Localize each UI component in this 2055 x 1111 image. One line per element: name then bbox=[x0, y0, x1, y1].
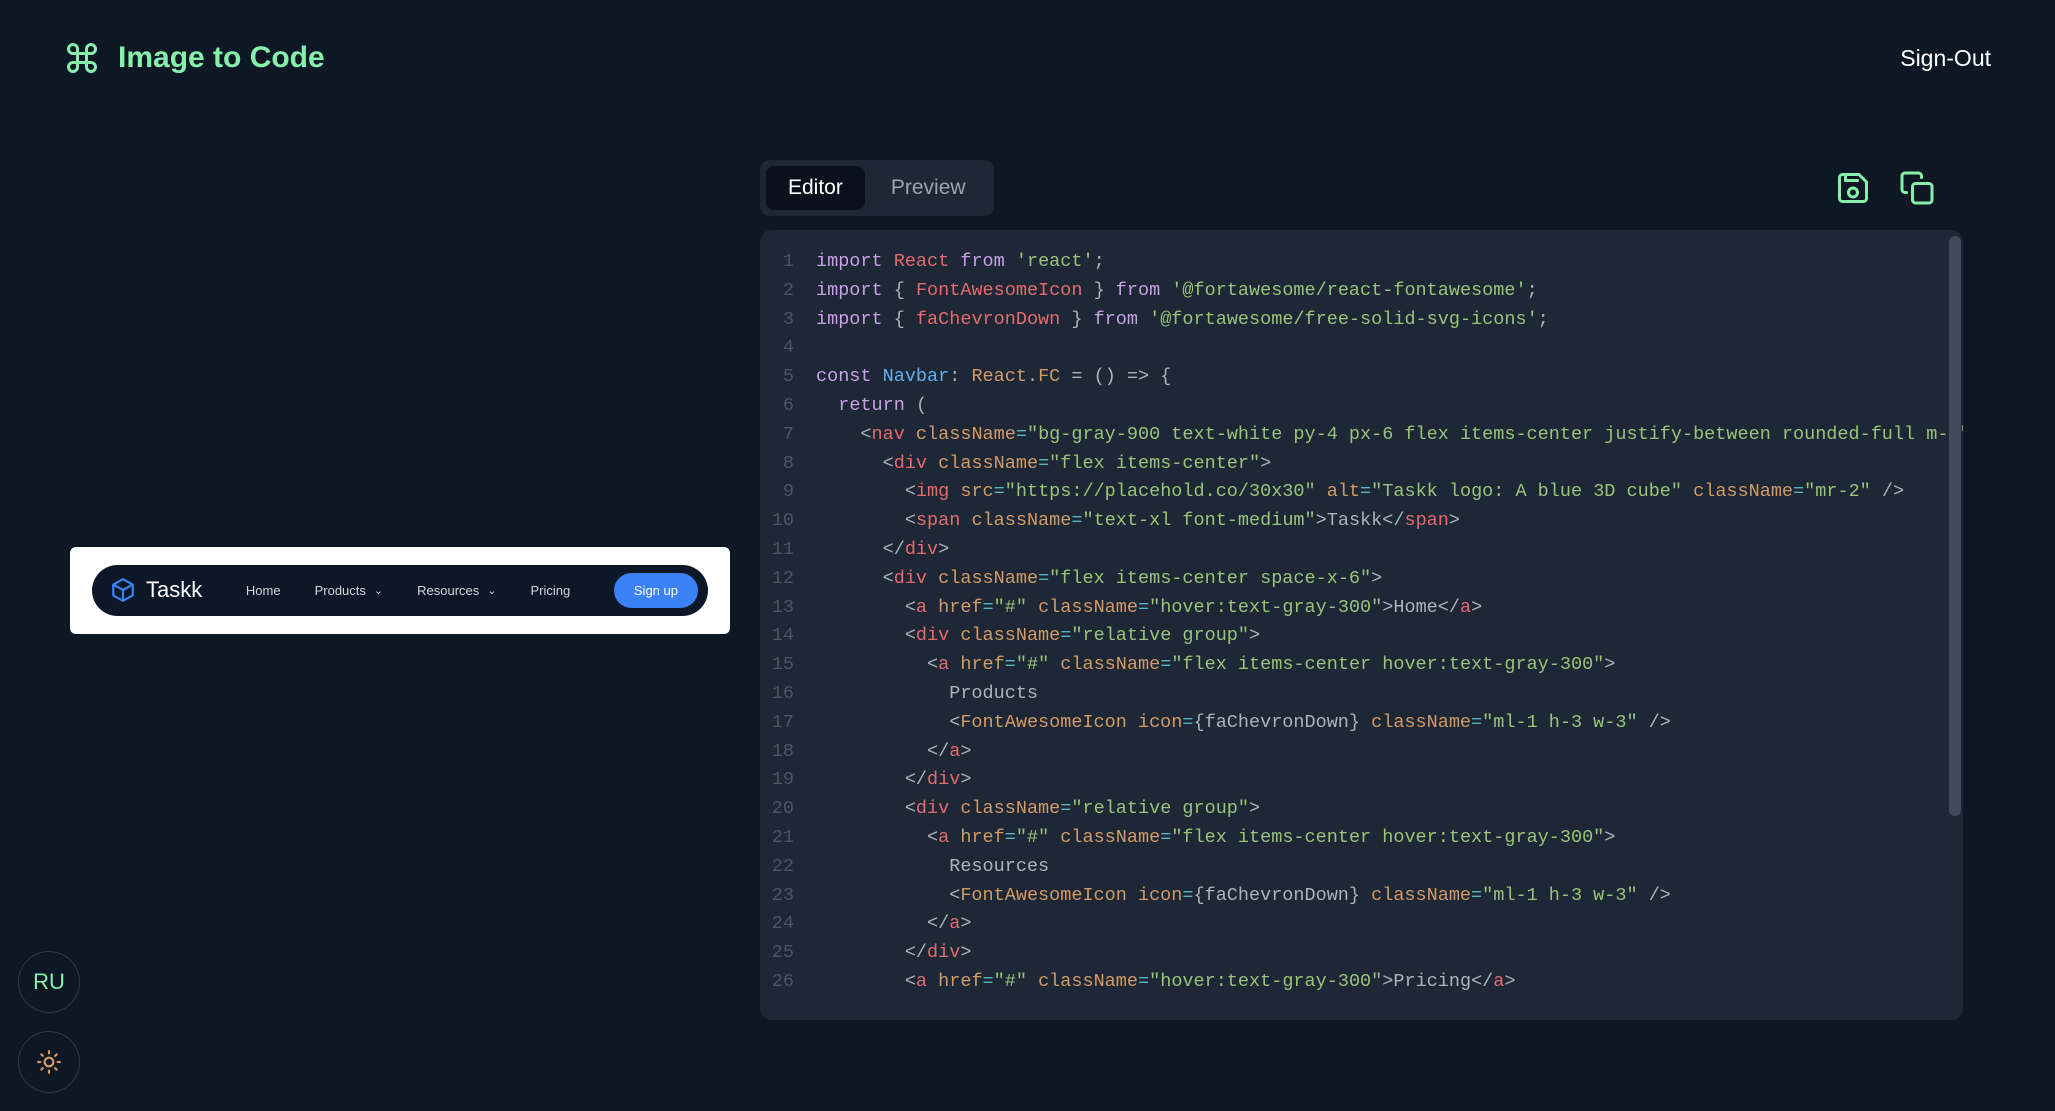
tab-preview[interactable]: Preview bbox=[869, 166, 988, 210]
theme-toggle-button[interactable] bbox=[18, 1031, 80, 1093]
code-line: 4 bbox=[760, 334, 1963, 363]
code-line: 13 <a href="#" className="hover:text-gra… bbox=[760, 594, 1963, 623]
code-line: 15 <a href="#" className="flex items-cen… bbox=[760, 651, 1963, 680]
code-lines: 1import React from 'react'; 2import { Fo… bbox=[760, 230, 1963, 1015]
editor-pane: Editor Preview bbox=[760, 160, 2015, 1020]
code-line: 3import { faChevronDown } from '@fortawe… bbox=[760, 306, 1963, 335]
scrollbar-thumb[interactable] bbox=[1949, 236, 1961, 816]
code-editor[interactable]: 1import React from 'react'; 2import { Fo… bbox=[760, 230, 1963, 1020]
main-area: Taskk Home Products⌄ Resources⌄ Pricing … bbox=[0, 100, 2055, 1020]
preview-brand-group: Taskk bbox=[110, 577, 202, 603]
cube-icon bbox=[110, 577, 136, 603]
preview-nav-links: Home Products ⌄ Resources ⌄ Pricing bbox=[246, 583, 570, 598]
app-header: Image to Code Sign-Out bbox=[0, 0, 2055, 100]
code-line: 6 return ( bbox=[760, 392, 1963, 421]
copy-icon[interactable] bbox=[1899, 170, 1935, 206]
code-line: 14 <div className="relative group"> bbox=[760, 622, 1963, 651]
preview-link-products-label: Products bbox=[315, 583, 366, 598]
preview-brand: Taskk bbox=[146, 577, 202, 603]
code-line: 16 Products bbox=[760, 680, 1963, 709]
code-line: 19 </div> bbox=[760, 766, 1963, 795]
code-line: 20 <div className="relative group"> bbox=[760, 795, 1963, 824]
view-tabs: Editor Preview bbox=[760, 160, 994, 216]
code-line: 10 <span className="text-xl font-medium"… bbox=[760, 507, 1963, 536]
preview-link-resources[interactable]: Resources ⌄ bbox=[417, 583, 496, 598]
chevron-down-icon: ⌄ bbox=[487, 584, 496, 597]
save-icon[interactable] bbox=[1835, 170, 1871, 206]
command-icon bbox=[64, 40, 100, 76]
preview-link-home[interactable]: Home bbox=[246, 583, 281, 598]
code-line: 5const Navbar: React.FC = () => { bbox=[760, 363, 1963, 392]
code-line: 8 <div className="flex items-center"> bbox=[760, 450, 1963, 479]
app-title: Image to Code bbox=[118, 41, 325, 75]
preview-link-pricing[interactable]: Pricing bbox=[530, 583, 570, 598]
code-line: 7 <nav className="bg-gray-900 text-white… bbox=[760, 421, 1963, 450]
chevron-down-icon: ⌄ bbox=[374, 584, 383, 597]
sign-out-link[interactable]: Sign-Out bbox=[1900, 45, 1991, 72]
code-line: 21 <a href="#" className="flex items-cen… bbox=[760, 824, 1963, 853]
code-line: 24 </a> bbox=[760, 910, 1963, 939]
preview-signup-button[interactable]: Sign up bbox=[614, 573, 698, 608]
code-line: 25 </div> bbox=[760, 939, 1963, 968]
code-line: 11 </div> bbox=[760, 536, 1963, 565]
code-line: 9 <img src="https://placehold.co/30x30" … bbox=[760, 478, 1963, 507]
preview-card: Taskk Home Products⌄ Resources⌄ Pricing … bbox=[70, 547, 730, 634]
preview-link-pricing-label: Pricing bbox=[530, 583, 570, 598]
code-line: 1import React from 'react'; bbox=[760, 248, 1963, 277]
preview-link-home-label: Home bbox=[246, 583, 281, 598]
preview-pane: Taskk Home Products⌄ Resources⌄ Pricing … bbox=[70, 160, 730, 1020]
code-line: 22 Resources bbox=[760, 853, 1963, 882]
editor-actions bbox=[1835, 170, 1935, 206]
floating-buttons: RU bbox=[18, 951, 80, 1093]
code-line: 23 <FontAwesomeIcon icon={faChevronDown}… bbox=[760, 882, 1963, 911]
code-line: 2import { FontAwesomeIcon } from '@forta… bbox=[760, 277, 1963, 306]
code-line: 17 <FontAwesomeIcon icon={faChevronDown}… bbox=[760, 709, 1963, 738]
user-avatar-button[interactable]: RU bbox=[18, 951, 80, 1013]
code-line: 18 </a> bbox=[760, 738, 1963, 767]
code-line: 12 <div className="flex items-center spa… bbox=[760, 565, 1963, 594]
preview-link-products[interactable]: Products ⌄ bbox=[315, 583, 384, 598]
logo-group: Image to Code bbox=[64, 40, 325, 76]
editor-topbar: Editor Preview bbox=[760, 160, 2015, 216]
tab-editor[interactable]: Editor bbox=[766, 166, 865, 210]
preview-link-resources-label: Resources bbox=[417, 583, 479, 598]
preview-navbar: Taskk Home Products⌄ Resources⌄ Pricing … bbox=[92, 565, 708, 616]
code-line: 26 <a href="#" className="hover:text-gra… bbox=[760, 968, 1963, 997]
